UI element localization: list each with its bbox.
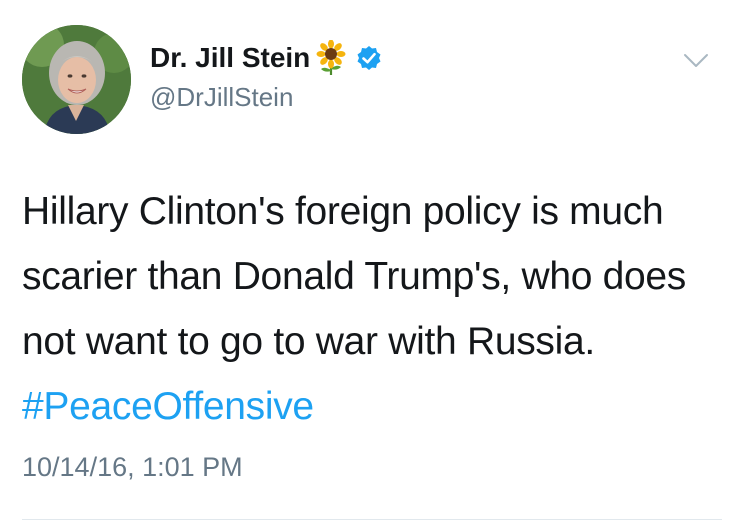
tweet-timestamp[interactable]: 10/14/16, 1:01 PM bbox=[22, 452, 243, 483]
verified-badge-icon bbox=[356, 45, 382, 71]
author-name-row[interactable]: Dr. Jill Stein bbox=[150, 38, 382, 78]
chevron-down-icon[interactable] bbox=[683, 52, 709, 70]
sunflower-icon bbox=[314, 39, 348, 76]
display-name[interactable]: Dr. Jill Stein bbox=[150, 42, 310, 74]
avatar-photo bbox=[22, 25, 131, 134]
hashtag-link[interactable]: #PeaceOffensive bbox=[22, 385, 314, 428]
tweet-text: Hillary Clinton's foreign policy is much… bbox=[22, 179, 722, 439]
divider bbox=[22, 519, 722, 520]
user-handle[interactable]: @DrJillStein bbox=[150, 82, 293, 113]
tweet-card: Dr. Jill Stein @DrJillStein Hillary Clin… bbox=[0, 0, 737, 522]
avatar[interactable] bbox=[22, 25, 131, 134]
tweet-body: Hillary Clinton's foreign policy is much… bbox=[22, 190, 687, 363]
